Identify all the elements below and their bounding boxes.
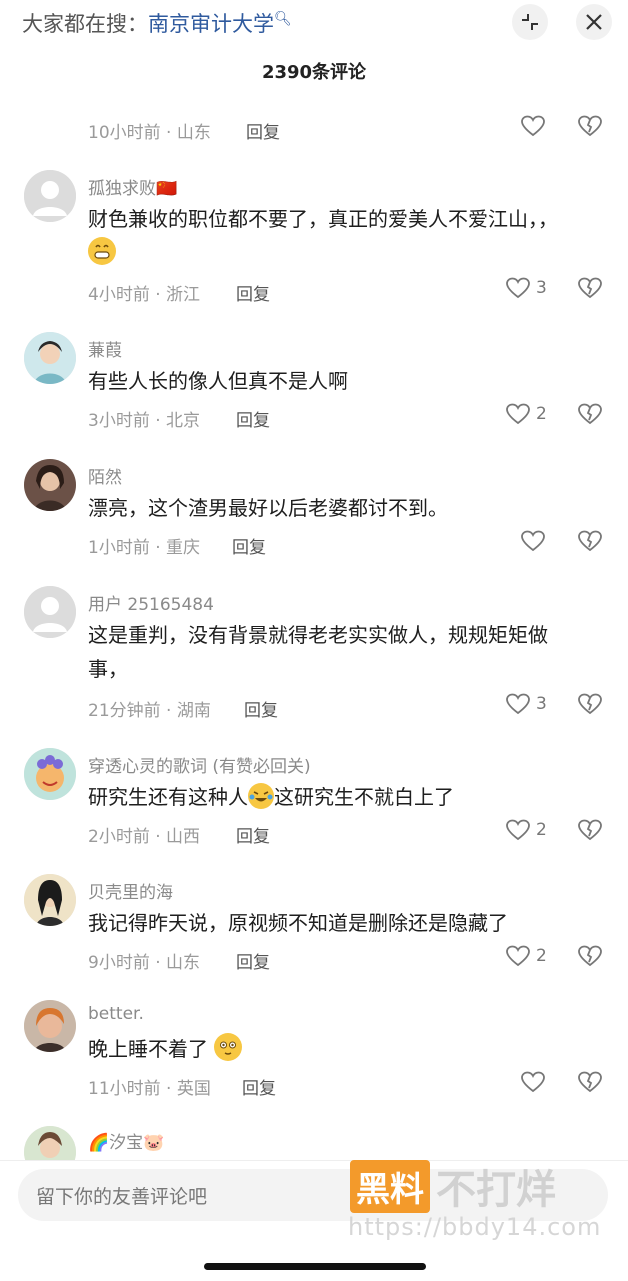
watermark-text: 不打烊 <box>436 1167 556 1213</box>
comment-text: 晚上睡不着了 <box>88 1032 568 1066</box>
like-count: 3 <box>536 278 547 298</box>
dislike-button[interactable] <box>578 1071 602 1093</box>
reply-button[interactable]: 回复 <box>236 280 270 305</box>
dislike-button[interactable] <box>578 693 602 715</box>
comment-time-location: 10小时前 · 山东 <box>88 123 211 143</box>
like-button[interactable]: 2 <box>506 403 547 425</box>
heart-icon <box>521 1071 545 1093</box>
watermark-logo: 黑料 <box>350 1159 430 1213</box>
comment-text: 这是重判，没有背景就得老老实实做人，规规矩矩做事， <box>88 623 548 681</box>
heart-icon <box>521 115 545 137</box>
comment-text-content: 晚上睡不着了 <box>88 1037 208 1061</box>
comment-time-location: 1小时前 · 重庆 <box>88 538 201 558</box>
reply-button[interactable]: 回复 <box>236 948 270 973</box>
reply-button[interactable]: 回复 <box>236 822 270 847</box>
flushed-emoji <box>214 1033 243 1061</box>
search-prefix: 大家都在搜： <box>22 12 148 36</box>
reply-button[interactable]: 回复 <box>242 1074 276 1099</box>
avatar[interactable] <box>24 332 76 384</box>
home-indicator <box>204 1263 426 1270</box>
reply-button[interactable]: 回复 <box>244 696 278 721</box>
avatar[interactable] <box>24 748 76 800</box>
search-icon: 🔍︎ <box>274 11 292 27</box>
like-count: 3 <box>536 694 547 714</box>
dislike-button[interactable] <box>578 277 602 299</box>
like-button[interactable] <box>521 115 545 137</box>
comment-time-location: 21分钟前 · 湖南 <box>88 701 211 721</box>
comment-text-content: 财色兼收的职位都不要了，真正的爱美人不爱江山，， <box>88 207 558 231</box>
broken-heart-icon <box>578 819 602 841</box>
watermark: 黑料 不打烊 <box>350 1157 556 1215</box>
like-button[interactable] <box>521 530 545 552</box>
rolling-laughing-emoji <box>248 783 274 809</box>
dislike-button[interactable] <box>578 403 602 425</box>
dislike-button[interactable] <box>578 115 602 137</box>
comment-text: 我记得昨天说，原视频不知道是删除还是隐藏了 <box>88 911 508 935</box>
comment-text: 漂亮，这个渣男最好以后老婆都讨不到。 <box>88 496 448 520</box>
watermark-url: https://bbdy14.com <box>348 1213 602 1241</box>
broken-heart-icon <box>578 277 602 299</box>
comment-username[interactable]: 穿透心灵的歌词 (有赞必回关) <box>88 752 311 777</box>
close-icon <box>586 14 602 30</box>
comment-time-location: 4小时前 · 浙江 <box>88 285 201 305</box>
comment-username[interactable]: better. <box>88 1004 144 1024</box>
heart-icon <box>521 530 545 552</box>
dislike-button[interactable] <box>578 530 602 552</box>
comment-text: 研究生还有这种人 这研究生不就白上了 <box>88 780 568 814</box>
comment-input-bar: 留下你的友善评论吧 黑料 不打烊 https://bbdy14.com <box>0 1157 628 1281</box>
broken-heart-icon <box>578 115 602 137</box>
comment-time-location: 9小时前 · 山东 <box>88 953 201 973</box>
like-button[interactable] <box>521 1071 545 1093</box>
heart-icon <box>506 945 530 967</box>
avatar[interactable] <box>24 459 76 511</box>
comments-header: 大家都在搜：南京审计大学🔍︎ 2390条评论 <box>0 0 628 100</box>
like-count: 2 <box>536 820 547 840</box>
heart-icon <box>506 403 530 425</box>
comment-input-placeholder: 留下你的友善评论吧 <box>36 1186 208 1208</box>
comment-username[interactable]: 陌然 <box>88 463 122 488</box>
comment-text-content: 研究生还有这种人 <box>88 785 248 809</box>
reply-button[interactable]: 回复 <box>232 533 266 558</box>
comment-count-title: 2390条评论 <box>261 62 367 83</box>
comment-username[interactable]: 孤独求败🇨🇳 <box>88 174 177 199</box>
comment-username[interactable]: 贝壳里的海 <box>88 878 173 903</box>
reply-button[interactable]: 回复 <box>236 406 270 431</box>
comment-username[interactable]: 🌈汐宝🐷 <box>88 1128 164 1153</box>
reply-button[interactable]: 回复 <box>246 118 280 143</box>
broken-heart-icon <box>578 1071 602 1093</box>
avatar[interactable] <box>24 1000 76 1052</box>
comment-text-content: 这研究生不就白上了 <box>274 785 454 809</box>
dislike-button[interactable] <box>578 819 602 841</box>
avatar[interactable] <box>24 170 76 222</box>
comment-text: 有些人长的像人但真不是人啊 <box>88 369 348 393</box>
comment-username[interactable]: 蒹葭 <box>88 336 122 361</box>
like-button[interactable]: 3 <box>506 693 547 715</box>
comment-time-location: 2小时前 · 山西 <box>88 827 201 847</box>
collapse-button[interactable] <box>512 4 548 40</box>
broken-heart-icon <box>578 530 602 552</box>
search-term[interactable]: 南京审计大学 <box>148 12 274 36</box>
comment-text: 财色兼收的职位都不要了，真正的爱美人不爱江山，， <box>88 202 558 270</box>
broken-heart-icon <box>578 693 602 715</box>
heart-icon <box>506 819 530 841</box>
comment-time-location: 3小时前 · 北京 <box>88 411 201 431</box>
comment-time-location: 11小时前 · 英国 <box>88 1079 211 1099</box>
search-suggestion[interactable]: 大家都在搜：南京审计大学🔍︎ <box>22 8 292 38</box>
avatar[interactable] <box>24 874 76 926</box>
close-button[interactable] <box>576 4 612 40</box>
like-button[interactable]: 2 <box>506 819 547 841</box>
heart-icon <box>506 693 530 715</box>
like-button[interactable]: 3 <box>506 277 547 299</box>
heart-icon <box>506 277 530 299</box>
like-count: 2 <box>536 404 547 424</box>
avatar[interactable] <box>24 586 76 638</box>
like-count: 2 <box>536 946 547 966</box>
collapse-icon <box>522 14 538 30</box>
broken-heart-icon <box>578 403 602 425</box>
grinning-emoji <box>88 237 116 265</box>
dislike-button[interactable] <box>578 945 602 967</box>
broken-heart-icon <box>578 945 602 967</box>
like-button[interactable]: 2 <box>506 945 547 967</box>
comment-username[interactable]: 用户 25165484 <box>88 590 214 615</box>
